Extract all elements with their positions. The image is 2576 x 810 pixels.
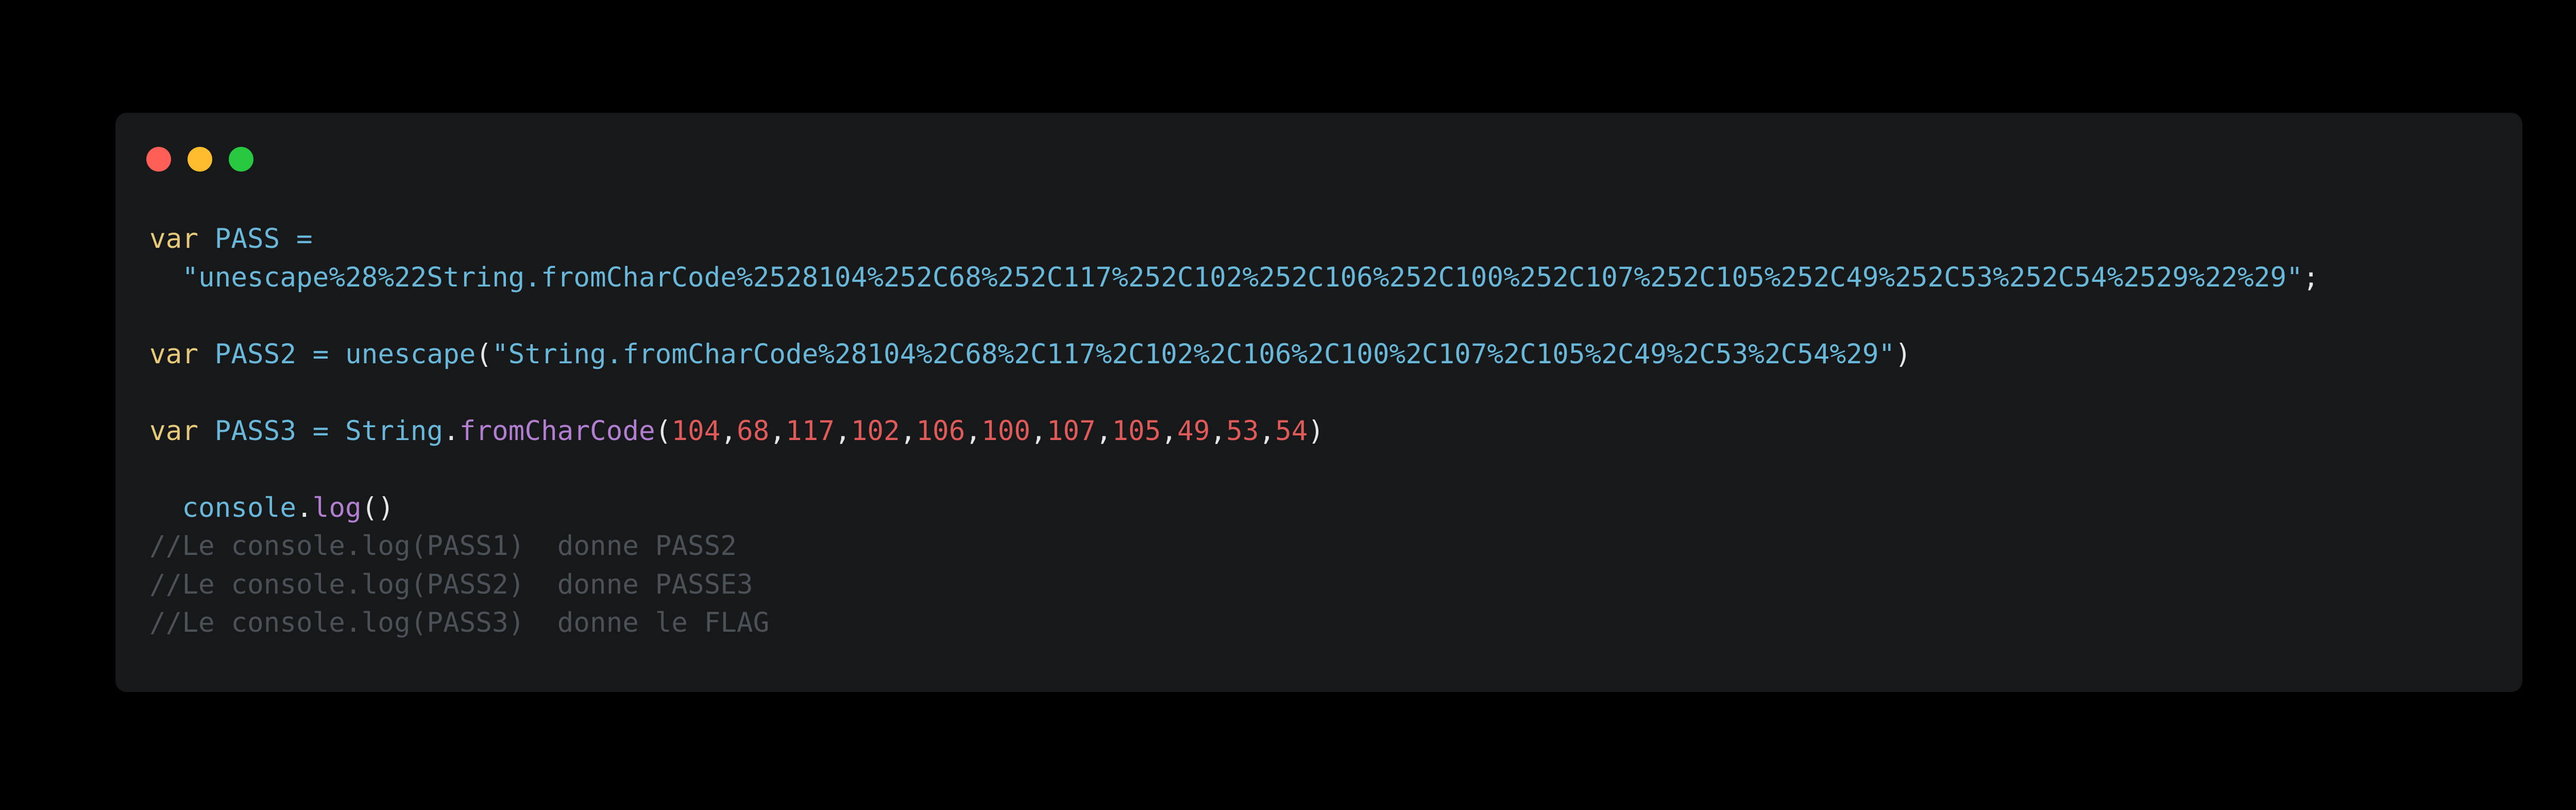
number-literal: 117 bbox=[786, 415, 835, 447]
function-unescape: unescape bbox=[345, 338, 476, 370]
number-literal: 100 bbox=[981, 415, 1031, 447]
comma: , bbox=[1210, 415, 1227, 447]
identifier-pass: PASS bbox=[214, 223, 280, 255]
keyword-var: var bbox=[149, 338, 198, 370]
comment-line-3: //Le console.log(PASS3) donne le FLAG bbox=[149, 607, 770, 638]
identifier-pass3: PASS3 bbox=[214, 415, 296, 447]
assign-operator: = bbox=[296, 338, 345, 370]
assign-operator: = bbox=[280, 223, 313, 255]
close-icon[interactable] bbox=[146, 147, 171, 172]
string-literal-pass: "unescape%28%22String.fromCharCode%25281… bbox=[182, 261, 2303, 293]
window-titlebar bbox=[146, 146, 270, 173]
number-literal: 107 bbox=[1046, 415, 1096, 447]
comma: , bbox=[835, 415, 851, 447]
code-window: var PASS = "unescape%28%22String.fromCha… bbox=[115, 113, 2522, 692]
code-line-2: "unescape%28%22String.fromCharCode%25281… bbox=[149, 259, 2319, 297]
number-literal: 68 bbox=[737, 415, 770, 447]
comma: , bbox=[720, 415, 737, 447]
minimize-icon[interactable] bbox=[188, 147, 212, 172]
number-literal: 49 bbox=[1177, 415, 1210, 447]
code-line-4: var PASS2 = unescape("String.fromCharCod… bbox=[149, 335, 2319, 374]
number-literal: 53 bbox=[1226, 415, 1259, 447]
method-fromcharcode: fromCharCode bbox=[459, 415, 655, 447]
comma: , bbox=[1161, 415, 1178, 447]
keyword-var: var bbox=[149, 415, 198, 447]
comma: , bbox=[1259, 415, 1276, 447]
number-literal: 104 bbox=[671, 415, 721, 447]
open-paren: ( bbox=[476, 338, 492, 370]
code-block: var PASS = "unescape%28%22String.fromCha… bbox=[149, 220, 2319, 643]
comma: , bbox=[1030, 415, 1047, 447]
dot: . bbox=[443, 415, 460, 447]
number-literal: 54 bbox=[1275, 415, 1308, 447]
code-line-6: var PASS3 = String.fromCharCode(104,68,1… bbox=[149, 412, 2319, 451]
number-literal: 105 bbox=[1112, 415, 1161, 447]
maximize-icon[interactable] bbox=[229, 147, 253, 172]
comment-line-1: //Le console.log(PASS1) donne PASS2 bbox=[149, 530, 737, 562]
char-code-arguments: 104,68,117,102,106,100,107,105,49,53,54 bbox=[671, 415, 1308, 447]
string-literal-pass2: "String.fromCharCode%28104%2C68%2C117%2C… bbox=[492, 338, 1895, 370]
object-string: String bbox=[345, 415, 443, 447]
method-log: log bbox=[312, 492, 362, 524]
dot: . bbox=[296, 492, 313, 524]
code-line-3-empty bbox=[149, 297, 2319, 335]
comma: , bbox=[769, 415, 786, 447]
comma: , bbox=[900, 415, 917, 447]
close-paren: ) bbox=[1895, 338, 1911, 370]
number-literal: 102 bbox=[851, 415, 900, 447]
comma: , bbox=[1095, 415, 1112, 447]
close-paren: ) bbox=[1308, 415, 1325, 447]
code-line-7-empty bbox=[149, 450, 2319, 489]
keyword-var: var bbox=[149, 223, 198, 255]
semicolon: ; bbox=[2302, 261, 2319, 293]
empty-parens: () bbox=[361, 492, 395, 524]
object-console: console bbox=[182, 492, 296, 524]
code-line-1: var PASS = bbox=[149, 220, 2319, 259]
comma: , bbox=[965, 415, 982, 447]
assign-operator: = bbox=[296, 415, 345, 447]
comment-line-2: //Le console.log(PASS2) donne PASSE3 bbox=[149, 568, 753, 600]
identifier-pass2: PASS2 bbox=[214, 338, 296, 370]
code-line-8: console.log() bbox=[149, 489, 2319, 528]
code-line-5-empty bbox=[149, 374, 2319, 412]
number-literal: 106 bbox=[916, 415, 965, 447]
open-paren: ( bbox=[655, 415, 672, 447]
